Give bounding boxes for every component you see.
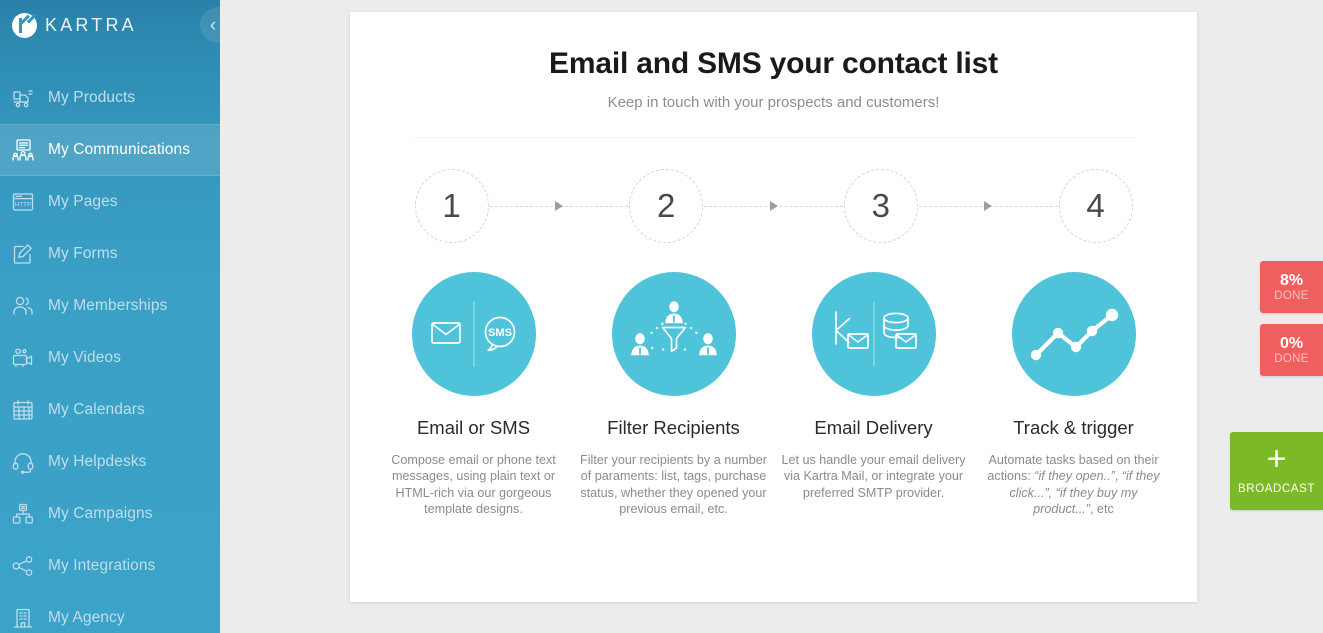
sidebar-item-label: My Videos	[48, 349, 121, 366]
content-card: Email and SMS your contact list Keep in …	[350, 12, 1197, 602]
feature-column-1: SMS Email or SMS Compose email or phone t…	[374, 272, 574, 518]
cart-icon	[10, 85, 36, 111]
header-divider	[413, 137, 1134, 138]
feature-description: Automate tasks based on their actions: “…	[980, 452, 1168, 518]
feature-description: Compose email or phone text messages, us…	[391, 453, 556, 517]
sidebar-item-my-helpdesks[interactable]: My Helpdesks	[0, 436, 220, 488]
feature-description: Let us handle your email delivery via Ka…	[781, 453, 966, 500]
sidebar-item-my-memberships[interactable]: My Memberships	[0, 280, 220, 332]
feature-column-2: Filter Recipients Filter your recipients …	[574, 272, 774, 518]
envelope-sms-icon[interactable]: SMS	[411, 272, 536, 396]
building-icon	[10, 605, 36, 631]
feature-title: Email Delivery	[814, 417, 933, 438]
app-root: KARTRA ‹ My Products My Communications HTT…	[0, 0, 1323, 633]
step-4: 4	[1058, 169, 1134, 243]
sidebar-item-my-calendars[interactable]: My Calendars	[0, 384, 220, 436]
sidebar-item-label: My Agency	[48, 609, 125, 626]
step-number: 3	[843, 169, 918, 243]
chevron-left-icon: ‹	[209, 14, 217, 36]
sidebar-item-label: My Helpdesks	[48, 453, 147, 470]
campaign-nodes-icon	[10, 501, 36, 527]
plus-icon: +	[1266, 440, 1287, 478]
form-pencil-icon	[10, 241, 36, 267]
share-nodes-icon	[10, 553, 36, 579]
membership-people-icon	[10, 293, 36, 319]
trend-line-chart-icon[interactable]	[1011, 272, 1136, 396]
feature-column-4: Track & trigger Automate tasks based on t…	[974, 272, 1174, 518]
step-2: 2	[628, 169, 704, 243]
page-subtitle: Keep in touch with your prospects and cu…	[607, 94, 940, 111]
page-html-icon: HTTP	[10, 189, 36, 215]
feature-description: Filter your recipients by a number of pa…	[580, 453, 767, 517]
communications-icon	[10, 137, 36, 163]
step-3: 3	[843, 169, 919, 243]
sidebar-item-label: My Calendars	[48, 401, 145, 418]
sidebar-item-my-forms[interactable]: My Forms	[0, 228, 220, 280]
sidebar-item-label: My Products	[48, 89, 136, 106]
arrow-right-icon	[554, 201, 563, 211]
sidebar-item-label: My Communications	[48, 141, 191, 158]
progress-badge-label: DONE	[1274, 352, 1309, 365]
feature-title: Track & trigger	[1013, 417, 1134, 438]
sidebar-item-my-integrations[interactable]: My Integrations	[0, 540, 220, 592]
sidebar-item-my-pages[interactable]: HTTP My Pages	[0, 176, 220, 228]
step-1: 1	[414, 169, 490, 243]
feature-description-part: ,	[1114, 469, 1122, 484]
sidebar-nav: My Products My Communications HTTP My Pages…	[0, 72, 220, 633]
step-connector	[489, 201, 629, 211]
sidebar-item-label: My Forms	[48, 245, 118, 262]
sidebar: KARTRA ‹ My Products My Communications HTT…	[0, 0, 220, 633]
calendar-icon	[10, 397, 36, 423]
step-connector	[918, 201, 1058, 211]
feature-title: Email or SMS	[416, 417, 531, 438]
kartra-mail-server-icon[interactable]	[811, 272, 936, 396]
arrow-right-icon	[984, 201, 993, 211]
new-broadcast-label: BROADCAST	[1238, 483, 1315, 495]
video-camera-icon	[10, 345, 36, 371]
step-connector	[704, 201, 843, 211]
progress-badge-percent: 8%	[1279, 271, 1304, 289]
sidebar-item-my-products[interactable]: My Products	[0, 72, 220, 124]
kartra-logo-icon	[12, 12, 37, 38]
sidebar-item-label: My Memberships	[48, 297, 168, 314]
step-number: 4	[1058, 169, 1133, 243]
new-broadcast-button[interactable]: + BROADCAST	[1230, 432, 1323, 510]
headset-icon	[10, 449, 36, 475]
step-number: 2	[629, 169, 704, 243]
feature-columns: SMS Email or SMS Compose email or phone t…	[374, 272, 1174, 518]
step-indicator: 1 2 3 4	[414, 160, 1134, 252]
brand-logo[interactable]: KARTRA	[0, 0, 220, 50]
progress-badge-label: DONE	[1274, 289, 1309, 302]
feature-description-part: “if they open..”	[1034, 469, 1115, 484]
sidebar-item-my-campaigns[interactable]: My Campaigns	[0, 488, 220, 540]
step-number: 1	[414, 169, 489, 243]
svg-text:SMS: SMS	[488, 327, 512, 339]
arrow-right-icon	[769, 201, 778, 211]
brand-logo-text: KARTRA	[45, 14, 137, 35]
progress-badge-1[interactable]: 8% DONE	[1260, 261, 1323, 313]
progress-badge-2[interactable]: 0% DONE	[1260, 324, 1323, 376]
sidebar-item-label: My Pages	[48, 193, 118, 210]
feature-title: Filter Recipients	[607, 417, 740, 438]
page-title: Email and SMS your contact list	[549, 47, 998, 80]
progress-badge-percent: 0%	[1279, 334, 1304, 352]
svg-text:HTTP: HTTP	[15, 201, 31, 208]
feature-column-3: Email Delivery Let us handle your email d…	[774, 272, 974, 518]
sidebar-item-my-agency[interactable]: My Agency	[0, 592, 220, 633]
people-funnel-icon[interactable]	[611, 272, 736, 396]
sidebar-item-my-communications[interactable]: My Communications	[0, 124, 220, 176]
sidebar-item-my-videos[interactable]: My Videos	[0, 332, 220, 384]
sidebar-item-label: My Campaigns	[48, 505, 153, 522]
feature-description-part: , etc	[1089, 502, 1114, 517]
sidebar-item-label: My Integrations	[48, 557, 156, 574]
